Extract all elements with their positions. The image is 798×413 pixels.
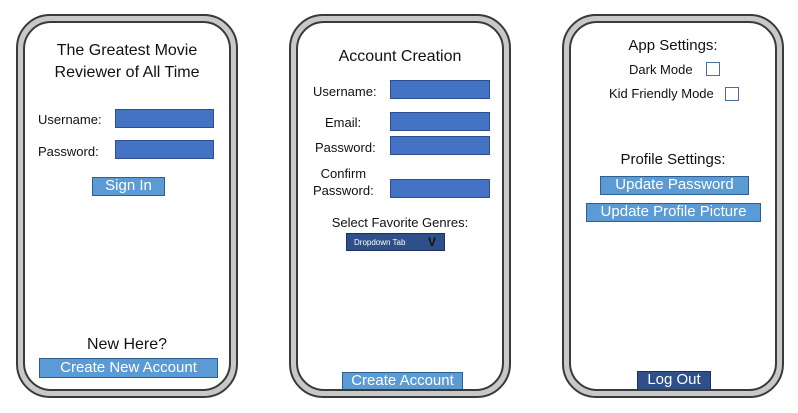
username-input[interactable] [115,109,214,128]
sign-in-button[interactable]: Sign In [92,177,165,196]
confirm-password-input[interactable] [390,179,490,198]
app-title-line2: Reviewer of All Time [54,64,200,81]
update-password-button[interactable]: Update Password [600,176,749,195]
login-screen: The Greatest Movie Reviewer of All Time … [23,21,231,391]
signup-email-input[interactable] [390,112,490,131]
confirm-password-label: Confirm Password: [313,165,374,199]
dark-mode-label: Dark Mode [629,62,693,77]
profile-settings-title: Profile Settings: [620,151,726,168]
new-here-text: New Here? [86,336,168,353]
create-new-account-button[interactable]: Create New Account [39,358,218,378]
dropdown-text: Dropdown Tab [354,238,406,247]
signup-password-input[interactable] [390,136,490,155]
settings-phone-frame: App Settings: Dark Mode Kid Friendly Mod… [562,14,784,398]
log-out-button[interactable]: Log Out [637,371,711,389]
create-account-button[interactable]: Create Account [342,372,463,389]
confirm-label-line1: Confirm [320,166,367,181]
password-input[interactable] [115,140,214,159]
confirm-label-line2: Password: [313,183,374,198]
genres-label: Select Favorite Genres: [331,215,469,230]
genres-dropdown[interactable]: Dropdown Tab V [346,233,445,251]
app-settings-title: App Settings: [628,37,718,54]
username-label: Username: [38,112,102,127]
dark-mode-checkbox[interactable] [706,62,720,76]
settings-screen: App Settings: Dark Mode Kid Friendly Mod… [569,21,777,391]
kid-friendly-label: Kid Friendly Mode [609,86,714,101]
signup-username-input[interactable] [390,80,490,99]
chevron-down-icon: V [428,235,437,249]
signup-email-label: Email: [325,115,362,130]
account-creation-screen: Account Creation Username: Email: Passwo… [296,21,504,391]
password-label: Password: [38,144,99,159]
kid-friendly-checkbox[interactable] [725,87,739,101]
account-creation-phone-frame: Account Creation Username: Email: Passwo… [289,14,511,398]
login-phone-frame: The Greatest Movie Reviewer of All Time … [16,14,238,398]
update-profile-picture-button[interactable]: Update Profile Picture [586,203,761,222]
app-title: The Greatest Movie Reviewer of All Time [25,40,229,84]
signup-password-label: Password: [315,140,376,155]
app-title-line1: The Greatest Movie [56,42,198,59]
signup-username-label: Username: [313,84,377,99]
account-creation-title: Account Creation [338,48,462,65]
